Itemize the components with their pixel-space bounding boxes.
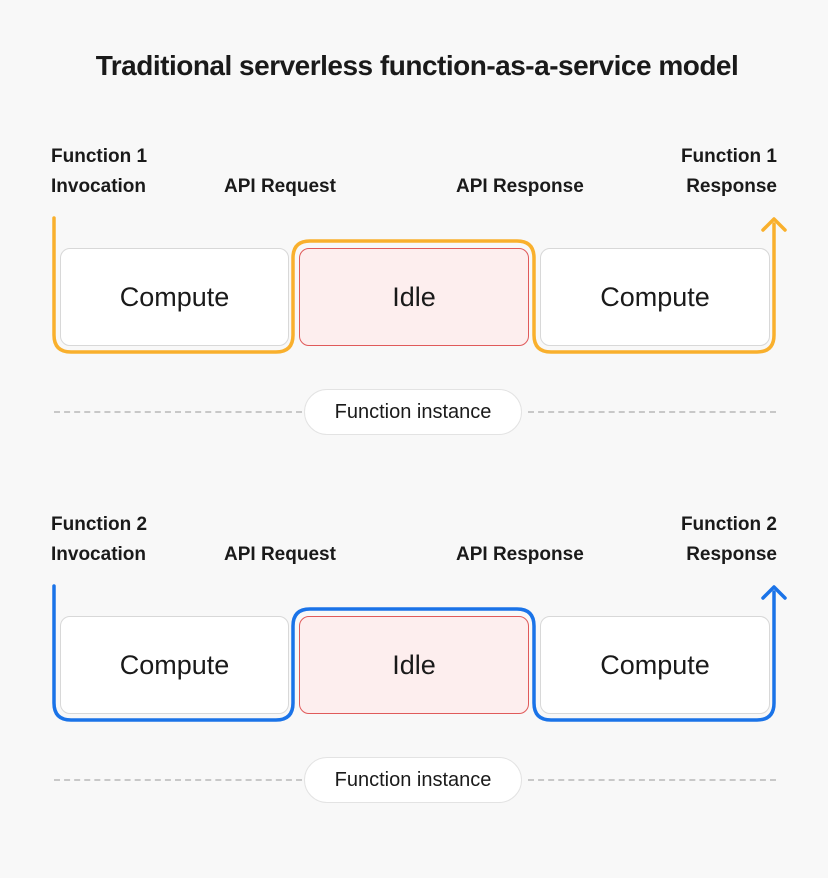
instance-divider-right xyxy=(528,779,776,781)
function-instance-badge: Function instance xyxy=(304,389,522,435)
instance-divider-right xyxy=(528,411,776,413)
compute-box: Compute xyxy=(540,248,770,346)
compute-box: Compute xyxy=(540,616,770,714)
instance-divider-left xyxy=(54,411,302,413)
compute-box: Compute xyxy=(60,616,289,714)
idle-box: Idle xyxy=(299,616,529,714)
idle-box: Idle xyxy=(299,248,529,346)
instance-divider-left xyxy=(54,779,302,781)
function-1-section: Function 1 Invocation API Request API Re… xyxy=(0,140,828,470)
function-2-section: Function 2 Invocation API Request API Re… xyxy=(0,508,828,838)
function-instance-badge: Function instance xyxy=(304,757,522,803)
compute-box: Compute xyxy=(60,248,289,346)
diagram-title: Traditional serverless function-as-a-ser… xyxy=(95,50,739,81)
